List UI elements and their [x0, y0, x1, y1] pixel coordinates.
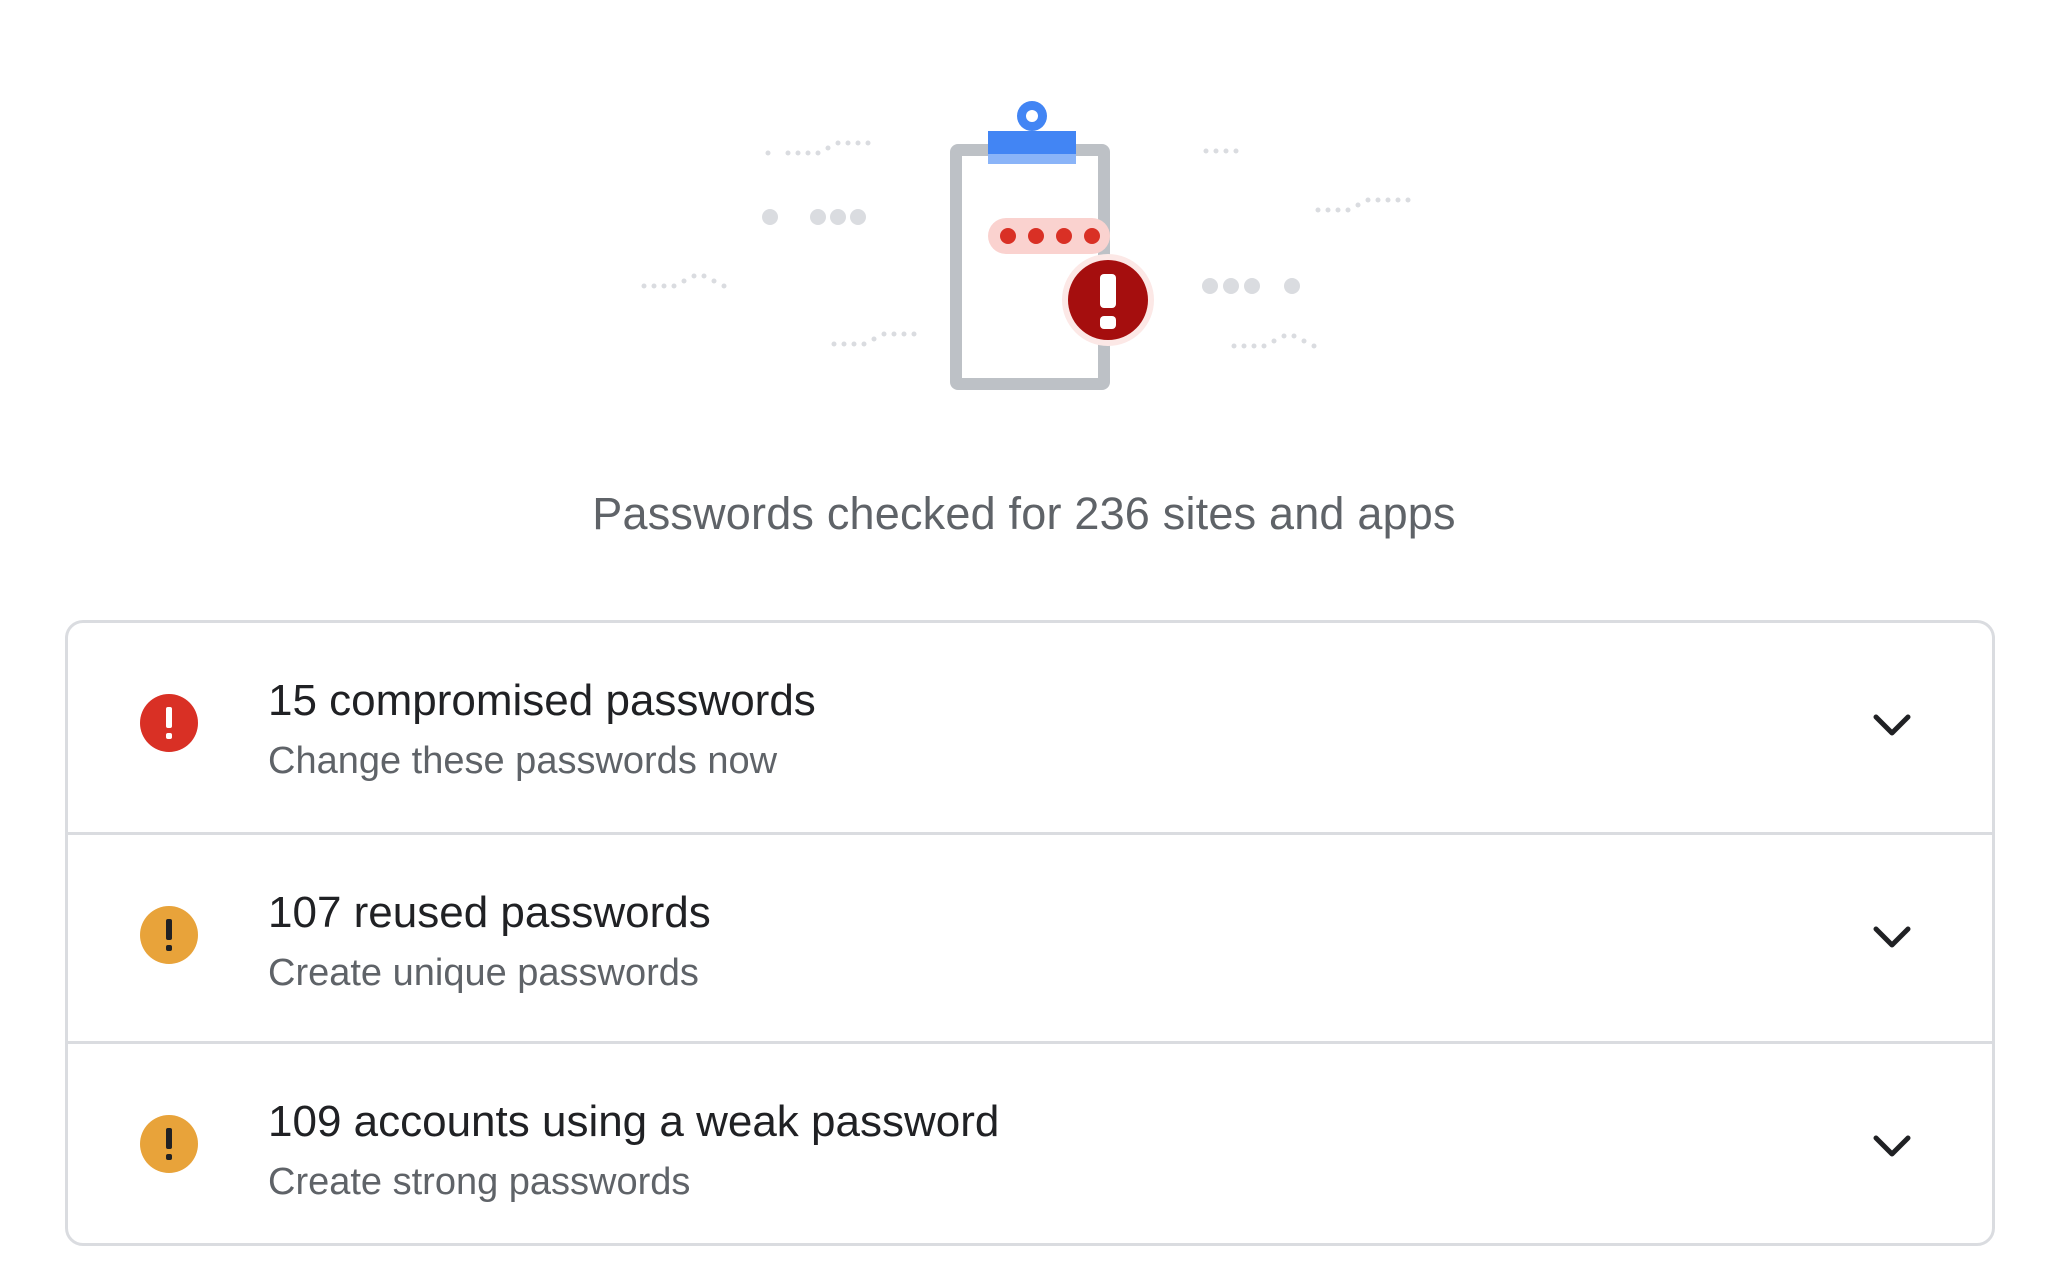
- row-text: 107 reused passwords Create unique passw…: [268, 885, 711, 1001]
- error-icon: [140, 694, 198, 752]
- compromised-passwords-row[interactable]: 15 compromised passwords Change these pa…: [68, 623, 1992, 832]
- password-check-summary: Passwords checked for 236 sites and apps: [592, 488, 1456, 539]
- confetti-dots-right: [1202, 148, 1411, 349]
- warning-icon: [140, 906, 198, 964]
- row-text: 15 compromised passwords Change these pa…: [268, 673, 816, 789]
- issue-subtitle: Change these passwords now: [268, 740, 778, 782]
- weak-passwords-row[interactable]: 109 accounts using a weak password Creat…: [68, 1041, 1992, 1243]
- issue-title: 109 accounts using a weak password: [268, 1097, 1000, 1146]
- issue-title: 15 compromised passwords: [268, 676, 816, 725]
- issue-subtitle: Create strong passwords: [268, 1161, 691, 1203]
- chevron-down-icon[interactable]: [1862, 695, 1922, 755]
- password-check-illustration: [600, 90, 1460, 410]
- warning-icon: [140, 1115, 198, 1173]
- clipboard-icon: [950, 101, 1110, 390]
- password-issues-card: 15 compromised passwords Change these pa…: [65, 620, 1995, 1246]
- row-text: 109 accounts using a weak password Creat…: [268, 1094, 999, 1210]
- chevron-down-icon[interactable]: [1862, 1116, 1922, 1176]
- reused-passwords-row[interactable]: 107 reused passwords Create unique passw…: [68, 832, 1992, 1041]
- confetti-dots-left: [641, 140, 917, 347]
- issue-subtitle: Create unique passwords: [268, 952, 699, 994]
- alert-badge-icon: [1062, 254, 1154, 346]
- issue-title: 107 reused passwords: [268, 888, 711, 937]
- chevron-down-icon[interactable]: [1862, 907, 1922, 967]
